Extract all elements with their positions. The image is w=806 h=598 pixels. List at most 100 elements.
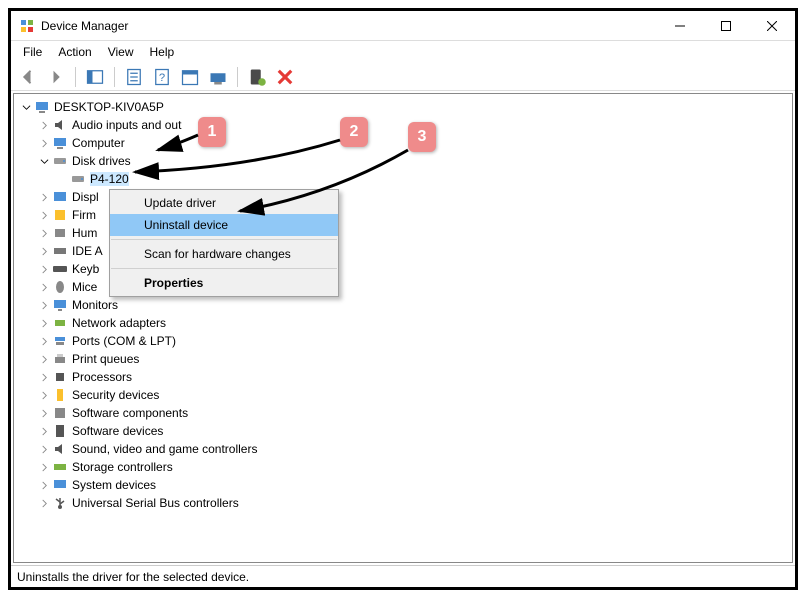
tree-disk-drives-label: Disk drives	[72, 154, 131, 168]
menu-help[interactable]: Help	[142, 43, 183, 61]
chevron-right-icon[interactable]	[38, 353, 50, 365]
properties-button[interactable]	[123, 66, 145, 88]
printer-icon	[52, 351, 68, 367]
chevron-right-icon[interactable]	[38, 389, 50, 401]
back-button[interactable]	[17, 66, 39, 88]
chevron-right-icon[interactable]	[38, 443, 50, 455]
chevron-right-icon[interactable]	[38, 425, 50, 437]
audio-icon	[52, 117, 68, 133]
tree-audio-label: Audio inputs and out	[72, 118, 181, 132]
tree-keyboards-label: Keyb	[72, 262, 99, 276]
tree-monitors[interactable]: Monitors	[16, 296, 790, 314]
tree-firmware-label: Firm	[72, 208, 96, 222]
chevron-right-icon[interactable]	[38, 479, 50, 491]
statusbar-text: Uninstalls the driver for the selected d…	[17, 570, 249, 584]
software-icon	[52, 423, 68, 439]
chevron-right-icon[interactable]	[38, 299, 50, 311]
menu-view[interactable]: View	[100, 43, 142, 61]
forward-button[interactable]	[45, 66, 67, 88]
tree-usb[interactable]: Universal Serial Bus controllers	[16, 494, 790, 512]
tree-usb-label: Universal Serial Bus controllers	[72, 496, 239, 510]
chevron-right-icon[interactable]	[38, 263, 50, 275]
computer-icon	[34, 99, 50, 115]
separator	[114, 67, 115, 87]
tree-panel: DESKTOP-KIV0A5P Audio inputs and out Com…	[13, 93, 793, 563]
drive-icon	[70, 171, 86, 187]
chevron-right-icon[interactable]	[38, 317, 50, 329]
tree-disk-drives[interactable]: Disk drives	[16, 152, 790, 170]
device-manager-icon	[19, 18, 35, 34]
tree-root[interactable]: DESKTOP-KIV0A5P	[16, 98, 790, 116]
tree-ports[interactable]: Ports (COM & LPT)	[16, 332, 790, 350]
tree-p4-120[interactable]: P4-120	[16, 170, 790, 188]
tree-computer[interactable]: Computer	[16, 134, 790, 152]
tree-swdev[interactable]: Software devices	[16, 422, 790, 440]
tree-audio[interactable]: Audio inputs and out	[16, 116, 790, 134]
ports-icon	[52, 333, 68, 349]
close-button[interactable]	[749, 11, 795, 41]
maximize-button[interactable]	[703, 11, 749, 41]
tree-mice-label: Mice	[72, 280, 97, 294]
chevron-down-icon[interactable]	[38, 155, 50, 167]
tree-security[interactable]: Security devices	[16, 386, 790, 404]
toolbar: ?	[11, 63, 795, 91]
chevron-right-icon[interactable]	[38, 335, 50, 347]
ide-icon	[52, 243, 68, 259]
show-hide-console-button[interactable]	[84, 66, 106, 88]
tree-swcomp[interactable]: Software components	[16, 404, 790, 422]
chevron-down-icon[interactable]	[20, 101, 32, 113]
tree-ports-label: Ports (COM & LPT)	[72, 334, 176, 348]
usb-icon	[52, 495, 68, 511]
help-button[interactable]: ?	[151, 66, 173, 88]
tree-hid-label: Hum	[72, 226, 97, 240]
cm-uninstall-device[interactable]: Uninstall device	[110, 214, 338, 236]
tree-system[interactable]: System devices	[16, 476, 790, 494]
annotation-balloon-3: 3	[408, 122, 436, 152]
system-icon	[52, 477, 68, 493]
device-tree: DESKTOP-KIV0A5P Audio inputs and out Com…	[14, 94, 792, 516]
cm-scan-hardware[interactable]: Scan for hardware changes	[110, 243, 338, 265]
chevron-right-icon[interactable]	[38, 407, 50, 419]
scan-hardware-button[interactable]	[207, 66, 229, 88]
tree-computer-label: Computer	[72, 136, 125, 150]
tree-storage[interactable]: Storage controllers	[16, 458, 790, 476]
chevron-right-icon[interactable]	[38, 209, 50, 221]
chevron-right-icon[interactable]	[38, 497, 50, 509]
tree-printq[interactable]: Print queues	[16, 350, 790, 368]
menubar: File Action View Help	[11, 41, 795, 63]
menu-action[interactable]: Action	[50, 43, 99, 61]
tree-p4-120-label: P4-120	[90, 172, 129, 186]
tree-sound[interactable]: Sound, video and game controllers	[16, 440, 790, 458]
tree-swcomp-label: Software components	[72, 406, 188, 420]
tree-processors[interactable]: Processors	[16, 368, 790, 386]
software-icon	[52, 405, 68, 421]
hid-icon	[52, 225, 68, 241]
chevron-right-icon[interactable]	[38, 371, 50, 383]
tree-network[interactable]: Network adapters	[16, 314, 790, 332]
statusbar: Uninstalls the driver for the selected d…	[11, 565, 795, 587]
cm-properties[interactable]: Properties	[110, 272, 338, 294]
chevron-right-icon[interactable]	[38, 227, 50, 239]
storage-icon	[52, 459, 68, 475]
minimize-button[interactable]	[657, 11, 703, 41]
mouse-icon	[52, 279, 68, 295]
chevron-right-icon[interactable]	[38, 137, 50, 149]
calendar-button[interactable]	[179, 66, 201, 88]
tree-storage-label: Storage controllers	[72, 460, 173, 474]
tree-network-label: Network adapters	[72, 316, 166, 330]
enable-device-button[interactable]	[246, 66, 268, 88]
menu-file[interactable]: File	[15, 43, 50, 61]
chevron-right-icon[interactable]	[38, 461, 50, 473]
chevron-right-icon[interactable]	[38, 119, 50, 131]
chevron-right-icon[interactable]	[38, 245, 50, 257]
uninstall-device-button[interactable]	[274, 66, 296, 88]
annotation-balloon-2: 2	[340, 117, 368, 147]
tree-monitors-label: Monitors	[72, 298, 118, 312]
tree-root-label: DESKTOP-KIV0A5P	[54, 100, 164, 114]
chevron-right-icon[interactable]	[38, 281, 50, 293]
cm-update-driver[interactable]: Update driver	[110, 192, 338, 214]
device-manager-window: Device Manager File Action View Help ? D…	[8, 8, 798, 590]
chevron-right-icon[interactable]	[38, 191, 50, 203]
separator	[237, 67, 238, 87]
keyboard-icon	[52, 261, 68, 277]
